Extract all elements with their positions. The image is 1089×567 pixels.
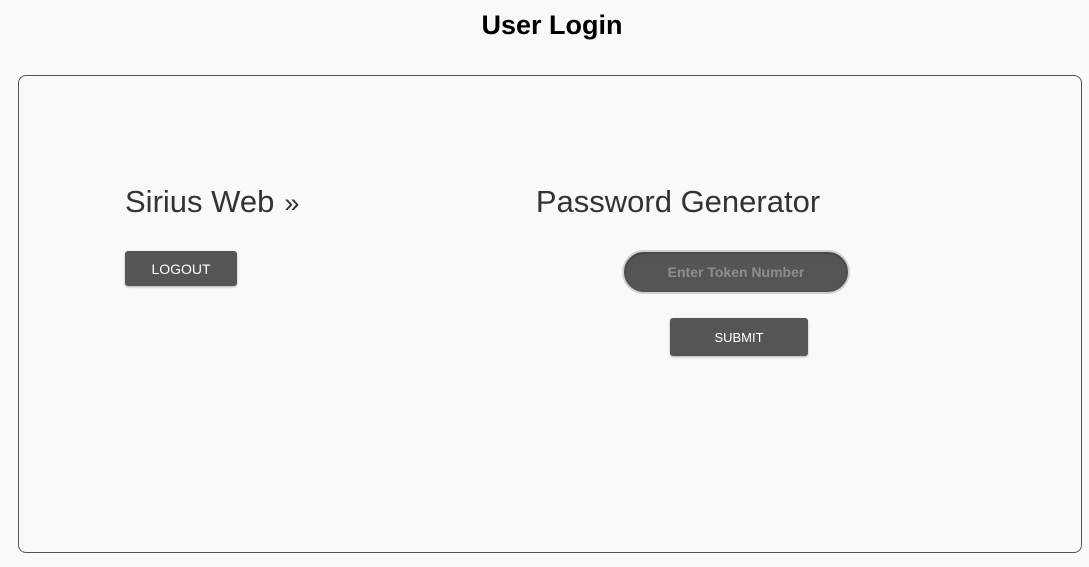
logout-button[interactable]: LOGOUT: [125, 251, 237, 286]
brand-section: Sirius Web » LOGOUT: [125, 184, 299, 286]
password-generator-section: Password Generator SUBMIT: [485, 184, 871, 356]
double-chevron-right-icon: »: [284, 188, 300, 218]
page-title: User Login: [481, 10, 623, 40]
page: User Login Sirius Web » LOGOUT Password G…: [0, 0, 1089, 567]
password-generator-title: Password Generator: [535, 184, 821, 219]
login-panel: Sirius Web » LOGOUT Password Generator SU…: [18, 75, 1082, 553]
brand-name: Sirius Web: [125, 184, 275, 219]
token-number-input[interactable]: [622, 250, 850, 294]
brand-title: Sirius Web »: [125, 184, 299, 221]
submit-button[interactable]: SUBMIT: [670, 318, 808, 356]
